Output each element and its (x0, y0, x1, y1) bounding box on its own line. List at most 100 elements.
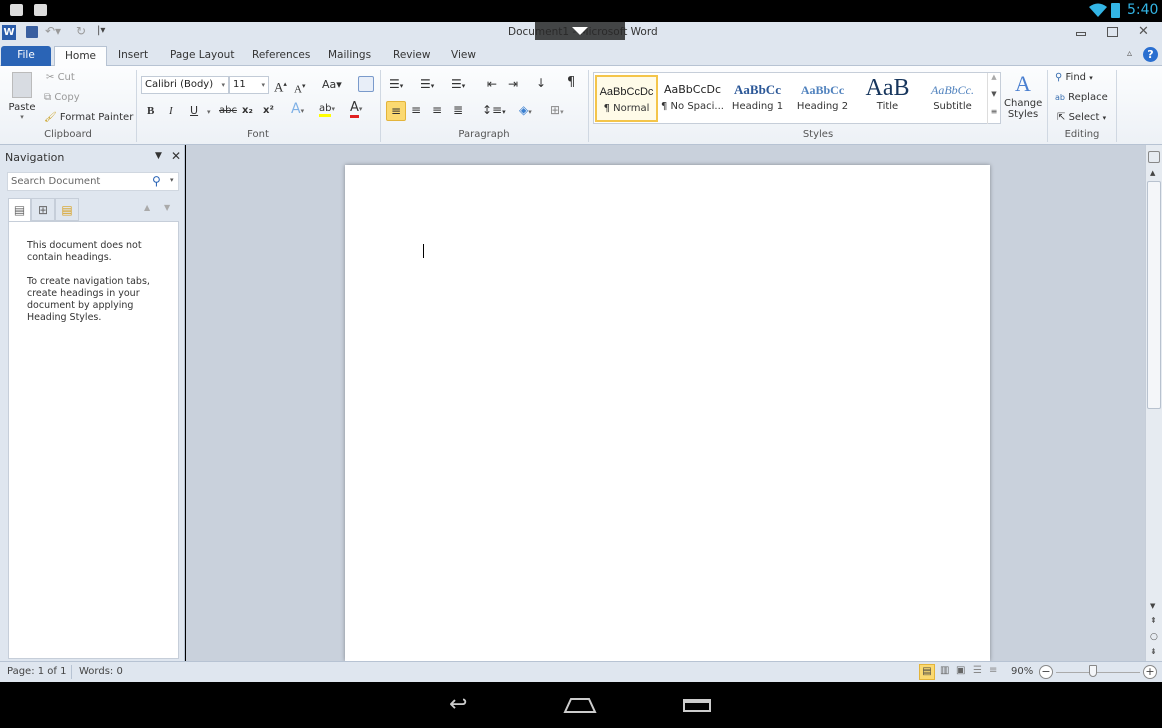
tab-browse-pages[interactable]: ⊞ (31, 198, 55, 221)
justify-button[interactable]: ≣ (453, 103, 463, 117)
zoom-level[interactable]: 90% (1011, 666, 1033, 677)
font-name-select[interactable]: Calibri (Body) ▾ (141, 76, 229, 94)
draft-icon[interactable]: ≡ (989, 665, 997, 676)
tab-browse-headings[interactable]: ▤ (8, 198, 31, 222)
minimize-button[interactable] (1076, 32, 1086, 36)
ruler-toggle-icon[interactable] (1148, 151, 1160, 163)
style-no-spacing[interactable]: AaBbCcDc ¶ No Spaci... (661, 75, 724, 122)
styles-scroll-down[interactable]: ▼ (987, 90, 1000, 107)
decrease-indent-button[interactable]: ⇤ (487, 77, 497, 91)
undo-icon[interactable]: ↶▾ (45, 24, 61, 38)
previous-heading-icon[interactable]: ▲ (144, 203, 150, 212)
redo-icon[interactable]: ↻ (76, 24, 86, 38)
highlight-button[interactable]: ab▾ (319, 102, 335, 117)
increase-indent-button[interactable]: ⇥ (508, 77, 518, 91)
underline-button[interactable]: U (190, 104, 198, 118)
bold-button[interactable]: B (147, 104, 154, 118)
nav-options-icon[interactable]: ▼ (155, 151, 162, 161)
bullets-button[interactable]: ☰▾ (389, 77, 403, 93)
zoom-slider-track[interactable] (1056, 672, 1140, 673)
nav-close-icon[interactable]: ✕ (171, 149, 181, 163)
change-case-button[interactable]: Aa▾ (322, 78, 342, 92)
next-heading-icon[interactable]: ▼ (164, 203, 170, 212)
select-button[interactable]: ⇱ Select ▾ (1057, 111, 1106, 125)
next-page-icon[interactable]: ⇟ (1150, 647, 1157, 656)
tab-browse-results[interactable]: ▤ (55, 198, 79, 221)
page-count[interactable]: Page: 1 of 1 (7, 666, 66, 677)
tab-file[interactable]: File (1, 46, 51, 66)
style-subtitle[interactable]: AaBbCc. Subtitle (921, 75, 984, 122)
align-left-button[interactable]: ≡ (386, 101, 406, 121)
word-app-icon[interactable]: W (2, 25, 16, 40)
multilevel-list-button[interactable]: ☰▾ (451, 77, 465, 93)
copy-button[interactable]: ⧉ Copy (44, 91, 80, 105)
tab-home[interactable]: Home (54, 46, 108, 67)
help-icon[interactable]: ? (1143, 47, 1158, 62)
zoom-out-button[interactable]: − (1039, 665, 1053, 679)
document-page[interactable] (345, 165, 990, 661)
styles-scroll-up[interactable]: ▲ (987, 73, 1000, 90)
zoom-in-button[interactable]: + (1143, 665, 1157, 679)
browse-object-icon[interactable]: ○ (1150, 632, 1158, 642)
search-dropdown-icon[interactable]: ▾ (170, 176, 174, 184)
cut-button[interactable]: ✂ Cut (46, 71, 75, 85)
word-count[interactable]: Words: 0 (79, 666, 123, 677)
shrink-font-button[interactable]: A▾ (294, 79, 305, 97)
style-heading-1[interactable]: AaBbCc Heading 1 (726, 75, 789, 122)
align-right-button[interactable]: ≡ (432, 103, 442, 117)
tab-mailings[interactable]: Mailings (318, 46, 381, 66)
tab-page-layout[interactable]: Page Layout (160, 46, 244, 66)
style-heading-2[interactable]: AaBbCc Heading 2 (791, 75, 854, 122)
vertical-scrollbar[interactable]: ▲ ▼ ⇞ ○ ⇟ (1145, 145, 1162, 661)
change-styles-button[interactable]: A Change Styles (1004, 70, 1042, 120)
superscript-button[interactable]: x² (263, 104, 274, 118)
full-screen-reading-icon[interactable]: ▥ (940, 665, 949, 676)
tab-review[interactable]: Review (383, 46, 440, 66)
scroll-up-icon[interactable]: ▲ (1150, 169, 1155, 177)
align-center-button[interactable]: ≡ (411, 103, 421, 117)
scroll-down-icon[interactable]: ▼ (1150, 602, 1155, 610)
show-formatting-button[interactable]: ¶ (567, 76, 575, 90)
scroll-thumb[interactable] (1147, 181, 1161, 409)
outline-icon[interactable]: ☰ (973, 665, 982, 676)
clear-formatting-icon[interactable] (358, 76, 374, 92)
style-title[interactable]: AaB Title (856, 75, 919, 122)
home-icon[interactable] (563, 696, 597, 714)
numbering-button[interactable]: ☰▾ (420, 77, 434, 93)
paste-button[interactable]: Paste ▾ (6, 70, 38, 128)
minimize-ribbon-icon[interactable]: ▵ (1127, 48, 1132, 59)
italic-button[interactable]: I (169, 104, 173, 118)
sort-button[interactable]: ↓ (536, 76, 546, 90)
back-icon[interactable]: ↩ (449, 692, 467, 717)
grow-font-button[interactable]: A▴ (274, 77, 287, 94)
format-painter-button[interactable]: 🖌 Format Painter (44, 111, 133, 125)
find-button[interactable]: ⚲ Find ▾ (1055, 71, 1093, 85)
tab-view[interactable]: View (441, 46, 486, 66)
underline-dropdown-icon[interactable]: ▾ (207, 105, 211, 119)
web-layout-icon[interactable]: ▣ (956, 665, 965, 676)
font-color-button[interactable]: A▾ (350, 100, 362, 118)
replace-button[interactable]: ab Replace (1055, 91, 1108, 105)
customize-qat-icon[interactable]: |▾ (97, 25, 105, 36)
save-icon[interactable] (26, 26, 38, 38)
android-dropdown-overlay[interactable] (535, 22, 625, 40)
print-layout-icon[interactable]: ▤ (919, 664, 935, 680)
recent-apps-icon[interactable] (683, 699, 711, 712)
search-icon[interactable]: ⚲ (152, 174, 161, 188)
style-normal[interactable]: AaBbCcDc ¶ Normal (595, 75, 658, 122)
borders-button[interactable]: ⊞▾ (550, 103, 564, 119)
search-document-input[interactable]: Search Document ⚲ ▾ (7, 172, 179, 191)
shading-button[interactable]: ◈▾ (519, 103, 532, 119)
line-spacing-button[interactable]: ↕≡▾ (482, 103, 506, 119)
strikethrough-button[interactable]: abc (219, 104, 237, 118)
zoom-slider-thumb[interactable] (1089, 665, 1098, 677)
styles-more[interactable]: ≡ (987, 107, 1000, 124)
tab-references[interactable]: References (242, 46, 320, 66)
restore-button[interactable] (1107, 27, 1118, 37)
text-effects-button[interactable]: A▾ (291, 102, 304, 118)
previous-page-icon[interactable]: ⇞ (1150, 616, 1157, 625)
close-button[interactable]: ✕ (1138, 24, 1149, 39)
font-size-select[interactable]: 11 ▾ (229, 76, 269, 94)
tab-insert[interactable]: Insert (108, 46, 158, 66)
subscript-button[interactable]: x₂ (242, 104, 253, 118)
